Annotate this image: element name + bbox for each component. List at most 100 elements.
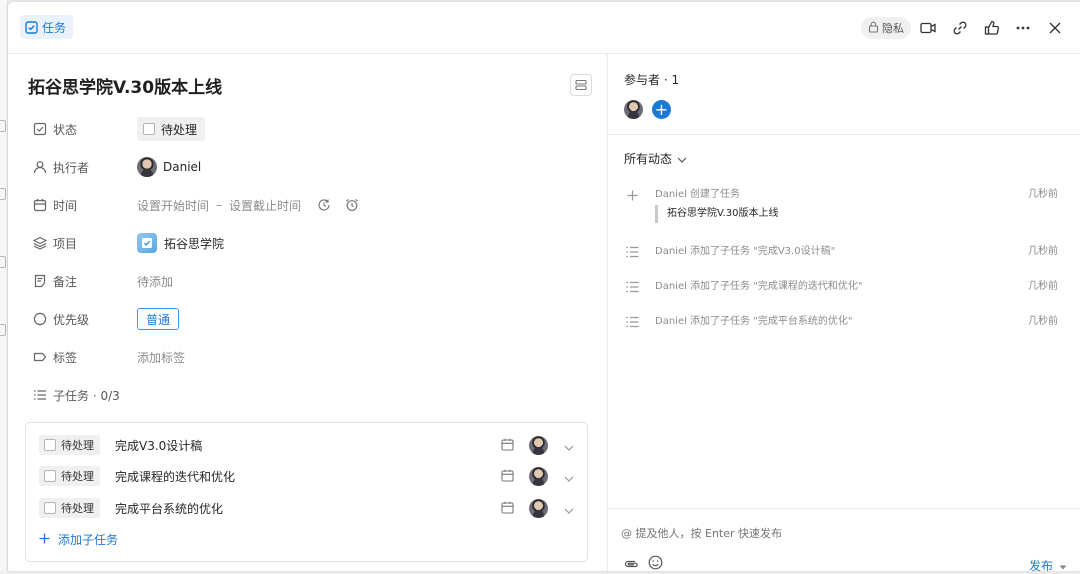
video-icon[interactable] xyxy=(917,17,939,39)
subtask-tools xyxy=(501,465,574,487)
subtask-status[interactable]: 待处理 xyxy=(39,466,100,486)
activity-filter-dropdown[interactable]: 所有动态 xyxy=(624,150,687,167)
background-mark xyxy=(0,188,6,200)
end-time-picker[interactable]: 设置截止时间 xyxy=(229,197,301,214)
publish-button[interactable]: 发布 xyxy=(1029,557,1067,574)
attachment-icon[interactable] xyxy=(624,555,639,574)
status-selector[interactable]: 待处理 xyxy=(137,117,206,141)
assignee-selector[interactable]: Daniel xyxy=(137,157,201,177)
priority-selector[interactable]: 普通 xyxy=(137,308,180,330)
avatar[interactable] xyxy=(624,100,643,119)
note-input[interactable]: 待添加 xyxy=(137,273,173,290)
subtask-checkbox[interactable] xyxy=(44,470,56,482)
list-icon xyxy=(32,387,48,403)
activity-item: Daniel 创建了任务 几秒前 xyxy=(624,187,1058,203)
close-icon[interactable] xyxy=(1044,17,1066,39)
subtask-title[interactable]: 完成课程的迭代和优化 xyxy=(115,468,235,485)
activity-time: 几秒前 xyxy=(1028,189,1058,200)
subtask-checkbox[interactable] xyxy=(44,502,56,514)
activity-item: Daniel 添加了子任务 "完成平台系统的优化" 几秒前 xyxy=(624,314,1058,330)
avatar[interactable] xyxy=(529,435,548,455)
publish-label: 发布 xyxy=(1028,559,1053,573)
add-tag-button[interactable]: 添加标签 xyxy=(137,349,185,366)
participants-label: 参与者 · 1 xyxy=(624,73,680,87)
project-field: 项目 拓谷思学院 xyxy=(32,231,592,255)
activity-text: Daniel 添加了子任务 "完成平台系统的优化" xyxy=(655,316,853,327)
caret-down-icon[interactable] xyxy=(1059,559,1067,573)
layers-icon xyxy=(32,235,48,251)
task-checkbox-icon xyxy=(25,20,38,34)
task-detail-modal: 任务 隐私 拓谷思学院V.30版本上线 状态 待处理 执行者 Daniel 时间… xyxy=(8,2,1080,574)
chevron-down-icon[interactable] xyxy=(564,499,574,518)
circle-icon xyxy=(32,311,48,327)
user-icon xyxy=(32,159,48,175)
alarm-icon[interactable] xyxy=(345,198,359,212)
panel-toggle-icon xyxy=(575,76,587,95)
activity-time: 几秒前 xyxy=(1028,246,1058,257)
subtask-status[interactable]: 待处理 xyxy=(39,498,100,518)
calendar-icon[interactable] xyxy=(501,467,514,486)
project-value: 拓谷思学院 xyxy=(164,236,225,251)
tags-label: 标签 xyxy=(53,350,78,365)
assignee-label: 执行者 xyxy=(53,160,90,175)
note-icon xyxy=(32,273,48,289)
comment-composer: 发布 xyxy=(608,508,1080,574)
status-value: 待处理 xyxy=(161,122,198,137)
status-checkbox[interactable] xyxy=(143,123,155,135)
subtask-status[interactable]: 待处理 xyxy=(39,435,100,455)
activity-filter-label: 所有动态 xyxy=(624,152,673,166)
subtask-status-label: 待处理 xyxy=(61,502,94,515)
activity-item: Daniel 添加了子任务 "完成课程的迭代和优化" 几秒前 xyxy=(624,279,1058,295)
time-range: 设置开始时间 – 设置截止时间 xyxy=(137,197,359,214)
subtask-row[interactable]: 待处理 完成课程的迭代和优化 xyxy=(39,465,574,487)
comment-tools xyxy=(624,555,663,574)
plus-icon xyxy=(39,533,50,547)
repeat-icon[interactable] xyxy=(317,198,331,212)
subtask-checkbox[interactable] xyxy=(44,439,56,451)
chevron-down-icon xyxy=(677,152,687,166)
modal-header: 任务 隐私 xyxy=(8,2,1080,54)
calendar-icon[interactable] xyxy=(501,499,514,518)
layout-toggle-button[interactable] xyxy=(570,74,592,96)
chevron-down-icon[interactable] xyxy=(564,436,574,455)
emoji-icon[interactable] xyxy=(648,555,663,574)
calendar-icon xyxy=(32,197,48,213)
subtasks-label: 子任务 · 0/3 xyxy=(53,388,120,403)
subtask-row[interactable]: 待处理 完成平台系统的优化 xyxy=(39,497,574,519)
add-subtask-button[interactable]: 添加子任务 xyxy=(39,531,118,548)
subtask-status-label: 待处理 xyxy=(61,470,94,483)
assignee-value: Daniel xyxy=(163,160,202,174)
project-selector[interactable]: 拓谷思学院 xyxy=(137,233,224,253)
priority-field: 优先级 普通 xyxy=(32,307,592,331)
task-type-chip[interactable]: 任务 xyxy=(20,15,74,39)
avatar[interactable] xyxy=(529,498,548,518)
status-label: 状态 xyxy=(53,122,78,137)
time-label: 时间 xyxy=(53,198,78,213)
activity-time: 几秒前 xyxy=(1028,316,1058,327)
task-detail-pane: 拓谷思学院V.30版本上线 状态 待处理 执行者 Daniel 时间 设置开始时… xyxy=(8,54,607,571)
add-participant-button[interactable]: + xyxy=(652,100,671,119)
note-label: 备注 xyxy=(53,274,78,289)
thumbs-up-icon[interactable] xyxy=(981,17,1003,39)
privacy-toggle[interactable]: 隐私 xyxy=(861,17,911,39)
chevron-down-icon[interactable] xyxy=(564,467,574,486)
avatar[interactable] xyxy=(529,466,548,486)
note-field: 备注 待添加 xyxy=(32,269,592,293)
comment-input[interactable] xyxy=(621,527,1041,540)
start-time-picker[interactable]: 设置开始时间 xyxy=(137,197,209,214)
activity-pane: 参与者 · 1 + 所有动态 Daniel 创建了任务 几秒前 拓谷思学院V.3… xyxy=(607,54,1080,574)
calendar-icon[interactable] xyxy=(501,436,514,455)
background-mark xyxy=(0,256,6,268)
subtask-row[interactable]: 待处理 完成V3.0设计稿 xyxy=(39,434,574,456)
link-icon[interactable] xyxy=(949,17,971,39)
project-label: 项目 xyxy=(53,236,78,251)
background-mark xyxy=(0,324,6,336)
subtask-title[interactable]: 完成V3.0设计稿 xyxy=(115,437,202,454)
task-title[interactable]: 拓谷思学院V.30版本上线 xyxy=(28,73,222,98)
activity-text: Daniel 添加了子任务 "完成课程的迭代和优化" xyxy=(655,281,863,292)
subtask-title[interactable]: 完成平台系统的优化 xyxy=(115,500,223,517)
more-icon[interactable] xyxy=(1012,17,1034,39)
privacy-label: 隐私 xyxy=(882,22,904,35)
subtask-tools xyxy=(501,434,574,456)
list-icon xyxy=(624,244,640,260)
